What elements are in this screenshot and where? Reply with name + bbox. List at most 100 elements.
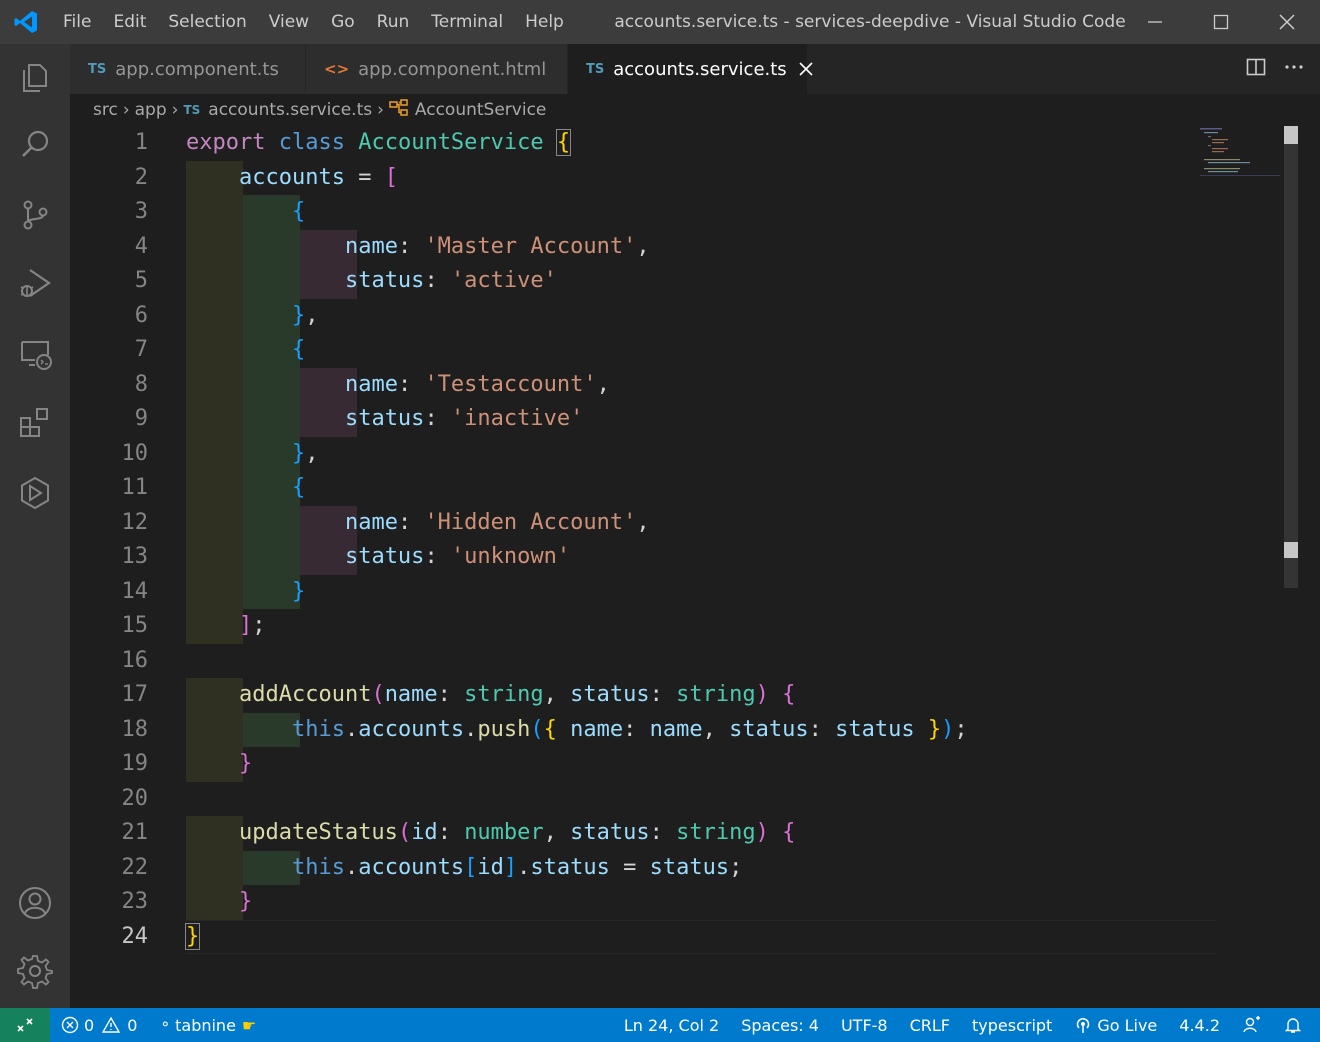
feedback-button[interactable]: [1231, 1008, 1273, 1042]
cursor-position[interactable]: Ln 24, Col 2: [613, 1008, 730, 1042]
search-button[interactable]: [0, 114, 70, 176]
tab-app-component-ts[interactable]: TS app.component.ts: [70, 44, 306, 94]
menu-edit[interactable]: Edit: [102, 0, 157, 44]
accounts-button[interactable]: [0, 872, 70, 934]
error-count: 0: [84, 1015, 95, 1035]
code-line: this.accounts[id].status = status;: [291, 854, 743, 880]
vertical-scrollbar[interactable]: [1280, 126, 1300, 1008]
language-mode[interactable]: typescript: [961, 1008, 1063, 1042]
code-editor[interactable]: 1 2 3 4 5 6 7 8 9 10 11 12 13 14 15 16 1…: [70, 126, 1300, 1008]
tab-label: app.component.ts: [115, 58, 279, 80]
tab-label: app.component.html: [358, 58, 547, 80]
go-live-label: Go Live: [1097, 1015, 1158, 1035]
scrollbar-thumb[interactable]: [1284, 126, 1298, 588]
run-debug-icon: [20, 269, 51, 297]
menu-view[interactable]: View: [258, 0, 320, 44]
breadcrumb-src[interactable]: src: [93, 100, 118, 120]
bell-icon: [1284, 1018, 1302, 1033]
current-line-highlight: [186, 919, 1216, 954]
menu-go[interactable]: Go: [320, 0, 366, 44]
line-number: 12: [121, 509, 149, 535]
code-line: },: [291, 440, 319, 466]
manage-button[interactable]: [0, 940, 70, 1002]
code-line: },: [291, 302, 319, 328]
search-icon: [22, 130, 49, 157]
line-number: 20: [121, 785, 149, 811]
chevron-right-icon: ›: [122, 100, 130, 120]
code-line: status: 'inactive': [344, 406, 584, 431]
live-share-icon: [21, 476, 49, 510]
line-number: 10: [121, 440, 149, 466]
tab-close-button[interactable]: [799, 59, 813, 79]
minimap[interactable]: [1200, 126, 1280, 186]
code-line: name: 'Testaccount',: [344, 371, 610, 397]
vscode-logo-icon: [0, 0, 52, 44]
status-bar: 0 0 ⚬ tabnine ☛ Ln 24, Col 2 Spaces: 4 U…: [0, 1008, 1320, 1042]
editor-tab-bar: TS app.component.ts <> app.component.htm…: [70, 44, 1320, 94]
code-line: accounts = [: [238, 164, 398, 190]
line-number: 16: [121, 647, 149, 673]
indentation[interactable]: Spaces: 4: [730, 1008, 830, 1042]
code-line: }: [238, 889, 253, 914]
maximize-button[interactable]: [1188, 0, 1254, 44]
line-number: 7: [134, 337, 148, 362]
minimize-button[interactable]: [1122, 0, 1188, 44]
close-window-button[interactable]: [1254, 0, 1320, 44]
encoding[interactable]: UTF-8: [830, 1008, 899, 1042]
chevron-right-icon: ›: [171, 100, 179, 120]
close-icon: [799, 62, 813, 76]
line-number: 9: [134, 406, 148, 431]
source-control-button[interactable]: [0, 184, 70, 246]
code-line: ];: [238, 613, 266, 638]
typescript-version[interactable]: 4.4.2: [1168, 1008, 1231, 1042]
code-line: {: [291, 199, 306, 224]
code-line: name: 'Master Account',: [344, 233, 650, 259]
typescript-file-icon: TS: [88, 61, 107, 77]
tab-accounts-service-ts[interactable]: TS accounts.service.ts: [568, 44, 813, 94]
explorer-button[interactable]: [0, 46, 70, 108]
menu-help[interactable]: Help: [514, 0, 575, 44]
html-file-icon: <>: [324, 60, 350, 78]
breadcrumb-file[interactable]: accounts.service.ts: [208, 100, 372, 120]
warning-icon: [102, 1016, 121, 1033]
end-of-line[interactable]: CRLF: [899, 1008, 961, 1042]
code-line: {: [291, 475, 306, 500]
menu-run[interactable]: Run: [366, 0, 421, 44]
error-icon: [61, 1016, 79, 1034]
notifications-button[interactable]: [1273, 1008, 1320, 1042]
line-number: 15: [121, 613, 149, 638]
source-control-icon: [23, 200, 48, 230]
problems-indicator[interactable]: 0 0: [50, 1008, 148, 1042]
breadcrumb-symbol[interactable]: AccountService: [415, 100, 546, 120]
menu-file[interactable]: File: [52, 0, 102, 44]
breadcrumb-app[interactable]: app: [135, 100, 167, 120]
scrollbar-cursor-marker: [1284, 542, 1298, 558]
more-actions-button[interactable]: [1284, 57, 1304, 81]
line-number: 23: [121, 889, 149, 914]
extensions-button[interactable]: [0, 392, 70, 454]
tab-label: accounts.service.ts: [613, 58, 787, 80]
code-line: status: 'active': [344, 268, 557, 293]
line-number: 18: [121, 716, 149, 742]
remote-indicator-button[interactable]: [0, 1008, 50, 1042]
go-live-button[interactable]: Go Live: [1063, 1008, 1168, 1042]
tab-app-component-html[interactable]: <> app.component.html: [306, 44, 568, 94]
run-debug-button[interactable]: [0, 252, 70, 314]
tabnine-status[interactable]: ⚬ tabnine ☛: [148, 1008, 267, 1042]
remote-explorer-button[interactable]: [0, 322, 70, 384]
line-number: 3: [134, 199, 148, 224]
code-line: addAccount(name: string, status: string)…: [238, 682, 796, 707]
tabnine-icon: ⚬: [159, 1017, 172, 1033]
split-editor-button[interactable]: [1246, 57, 1266, 81]
code-line: updateStatus(id: number, status: string)…: [238, 820, 796, 845]
code-line: name: 'Hidden Account',: [344, 509, 650, 535]
window-controls: [1122, 0, 1320, 44]
menu-terminal[interactable]: Terminal: [420, 0, 514, 44]
class-symbol-icon: [389, 98, 409, 122]
live-share-button[interactable]: [0, 462, 70, 524]
menu-selection[interactable]: Selection: [157, 0, 257, 44]
line-number: 4: [134, 233, 148, 259]
status-bar-right: Ln 24, Col 2 Spaces: 4 UTF-8 CRLF typesc…: [613, 1008, 1320, 1042]
breadcrumb: src › app › TS accounts.service.ts › Acc…: [70, 94, 1320, 126]
line-number: 14: [121, 578, 149, 604]
